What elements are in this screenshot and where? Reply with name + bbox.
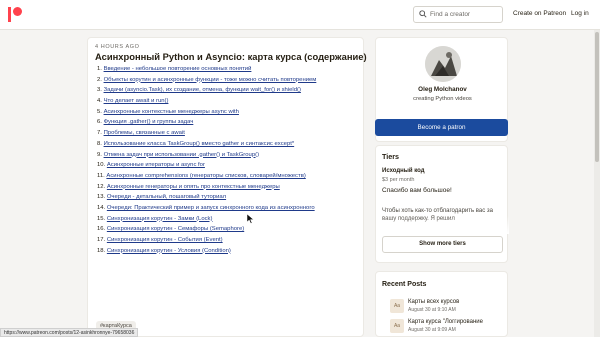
creator-avatar[interactable] xyxy=(425,46,461,82)
toc-item-link[interactable]: Функция .gather() и группы задач xyxy=(104,119,194,125)
toc-item-number: 17. xyxy=(97,237,106,243)
toc-item: 15. Синхронизация корутин - Замки (Lock) xyxy=(97,216,359,227)
recent-post-title[interactable]: Карта курса "Логгирование xyxy=(408,319,483,325)
toc-item-number: 4. xyxy=(97,98,102,105)
text-post-icon: Aa xyxy=(390,319,404,333)
toc-item: 4. Что делает await и run() xyxy=(97,98,359,109)
post-card: 4 HOURS AGO Асинхронный Python и Asyncio… xyxy=(87,37,367,337)
create-on-patreon-link[interactable]: Create on Patreon xyxy=(513,10,566,17)
toc-item: 6. Функция .gather() и группы задач xyxy=(97,119,359,130)
recent-post-item[interactable]: Aa Карта курса "Логгирование August 30 a… xyxy=(390,319,509,337)
toc-item-link[interactable]: Проблемы, связанные с await xyxy=(104,130,185,136)
toc-item-number: 11. xyxy=(97,172,105,179)
toc-item: 18. Синхронизация корутин - Условия (Con… xyxy=(97,248,359,259)
recent-post-title[interactable]: Карты всех курсов xyxy=(408,299,459,305)
toc-item: 16. Синхронизация корутин - Семафоры (Se… xyxy=(97,226,359,237)
search-input[interactable] xyxy=(430,8,500,21)
top-navigation-bar: Create on Patreon Log in xyxy=(0,0,600,30)
patreon-logo-icon[interactable] xyxy=(8,7,22,22)
toc-item: 1. Введение - небольшое повторение основ… xyxy=(97,66,359,77)
recent-post-date: August 30 at 9:10 AM xyxy=(408,307,456,313)
toc-item-link[interactable]: Асинхронные генераторы и опять про конте… xyxy=(107,184,280,190)
toc-item-number: 12. xyxy=(97,183,106,190)
toc-item-number: 2. xyxy=(97,76,102,83)
toc-item-link[interactable]: Использование класса TaskGroup() вместо … xyxy=(104,141,295,147)
toc-item-number: 5. xyxy=(97,108,102,115)
tier-price: $3 per month xyxy=(382,177,415,183)
tier-fade-overlay xyxy=(376,216,509,234)
toc-item: 11. Асинхронные comprehensions (генерато… xyxy=(97,173,359,184)
toc-item: 8. Использование класса TaskGroup() вмес… xyxy=(97,141,359,152)
toc-item-number: 15. xyxy=(97,215,106,222)
toc-item-number: 6. xyxy=(97,119,102,126)
toc-item-link[interactable]: Очереди: Практический пример и запуск си… xyxy=(107,205,315,211)
toc-item-number: 7. xyxy=(97,130,102,137)
toc-item-link[interactable]: Очереди - детальный, пошаговый туториал xyxy=(107,194,226,200)
course-table-of-contents: 1. Введение - небольшое повторение основ… xyxy=(97,66,359,258)
toc-item-number: 16. xyxy=(97,226,106,233)
become-patron-button[interactable]: Become a patron xyxy=(375,119,508,136)
toc-item-link[interactable]: Синхронизация корутин - Семафоры (Semaph… xyxy=(107,226,244,232)
scrollbar-thumb[interactable] xyxy=(595,32,599,162)
page-scrollbar[interactable] xyxy=(594,30,600,337)
toc-item-number: 10. xyxy=(97,162,106,169)
toc-item: 14. Очереди: Практический пример и запус… xyxy=(97,205,359,216)
toc-item-link[interactable]: Асинхронные итераторы и async for xyxy=(107,162,205,168)
toc-item: 12. Асинхронные генераторы и опять про к… xyxy=(97,184,359,195)
toc-item-link[interactable]: Асинхронные контекстные менеджеры async … xyxy=(104,109,239,115)
text-post-icon: Aa xyxy=(390,299,404,313)
mouse-pointer-icon xyxy=(247,214,255,224)
show-more-tiers-button[interactable]: Show more tiers xyxy=(382,236,503,253)
toc-item: 7. Проблемы, связанные с await xyxy=(97,130,359,141)
tier-thanks-text: Спасибо вам большое! xyxy=(382,187,452,194)
toc-item-link[interactable]: Асинхронные comprehensions (генераторы с… xyxy=(106,173,305,179)
toc-item-number: 3. xyxy=(97,87,102,94)
toc-item-link[interactable]: Отмена задач при использовании .gather()… xyxy=(104,152,259,158)
toc-item: 10. Асинхронные итераторы и async for xyxy=(97,162,359,173)
login-link[interactable]: Log in xyxy=(571,10,589,17)
toc-item: 13. Очереди - детальный, пошаговый тутор… xyxy=(97,194,359,205)
tiers-card: Tiers Исходный код $3 per month Спасибо … xyxy=(375,145,509,263)
toc-item: 5. Асинхронные контекстные менеджеры asy… xyxy=(97,109,359,120)
toc-item: 9. Отмена задач при использовании .gathe… xyxy=(97,152,359,163)
toc-item-number: 18. xyxy=(97,247,106,254)
post-timestamp: 4 HOURS AGO xyxy=(95,44,140,50)
toc-item-link[interactable]: Введение - небольшое повторение основных… xyxy=(104,66,252,72)
search-box[interactable] xyxy=(413,6,503,23)
toc-item-number: 14. xyxy=(97,204,106,211)
toc-item-link[interactable]: Синхронизация корутин - Условия (Conditi… xyxy=(107,248,231,254)
toc-item-link[interactable]: Задачи (asyncio.Task), их создание, отме… xyxy=(104,87,301,93)
recent-post-item[interactable]: Aa Карты всех курсов August 30 at 9:10 A… xyxy=(390,299,509,319)
toc-item-link[interactable]: Синхронизация корутин - Замки (Lock) xyxy=(107,216,213,222)
toc-item-link[interactable]: Что делает await и run() xyxy=(104,98,169,104)
toc-item-link[interactable]: Объекты корутин и асинхронные функции - … xyxy=(104,77,317,83)
toc-item-link[interactable]: Синхронизация корутин - События (Event) xyxy=(107,237,223,243)
post-title[interactable]: Асинхронный Python и Asyncio: карта курс… xyxy=(95,51,367,62)
recent-post-date: August 30 at 9:09 AM xyxy=(408,327,456,333)
toc-item: 17. Синхронизация корутин - События (Eve… xyxy=(97,237,359,248)
creator-name[interactable]: Oleg Molchanov xyxy=(376,86,509,93)
toc-item-number: 8. xyxy=(97,140,102,147)
avatar-image xyxy=(425,46,461,82)
tier-name: Исходный код xyxy=(382,168,425,174)
toc-item-number: 1. xyxy=(97,66,102,72)
recent-posts-heading: Recent Posts xyxy=(382,281,427,288)
toc-item: 2. Объекты корутин и асинхронные функции… xyxy=(97,77,359,88)
toc-item-number: 9. xyxy=(97,151,102,158)
search-icon xyxy=(419,10,427,18)
status-bar-url: https://www.patreon.com/posts/12-asinkhr… xyxy=(0,328,139,337)
toc-item: 3. Задачи (asyncio.Task), их создание, о… xyxy=(97,87,359,98)
creator-subtitle: creating Python videos xyxy=(413,96,472,102)
recent-posts-card: Recent Posts Aa Карты всех курсов August… xyxy=(375,271,508,337)
toc-item-number: 13. xyxy=(97,194,106,201)
tiers-heading: Tiers xyxy=(382,152,400,161)
